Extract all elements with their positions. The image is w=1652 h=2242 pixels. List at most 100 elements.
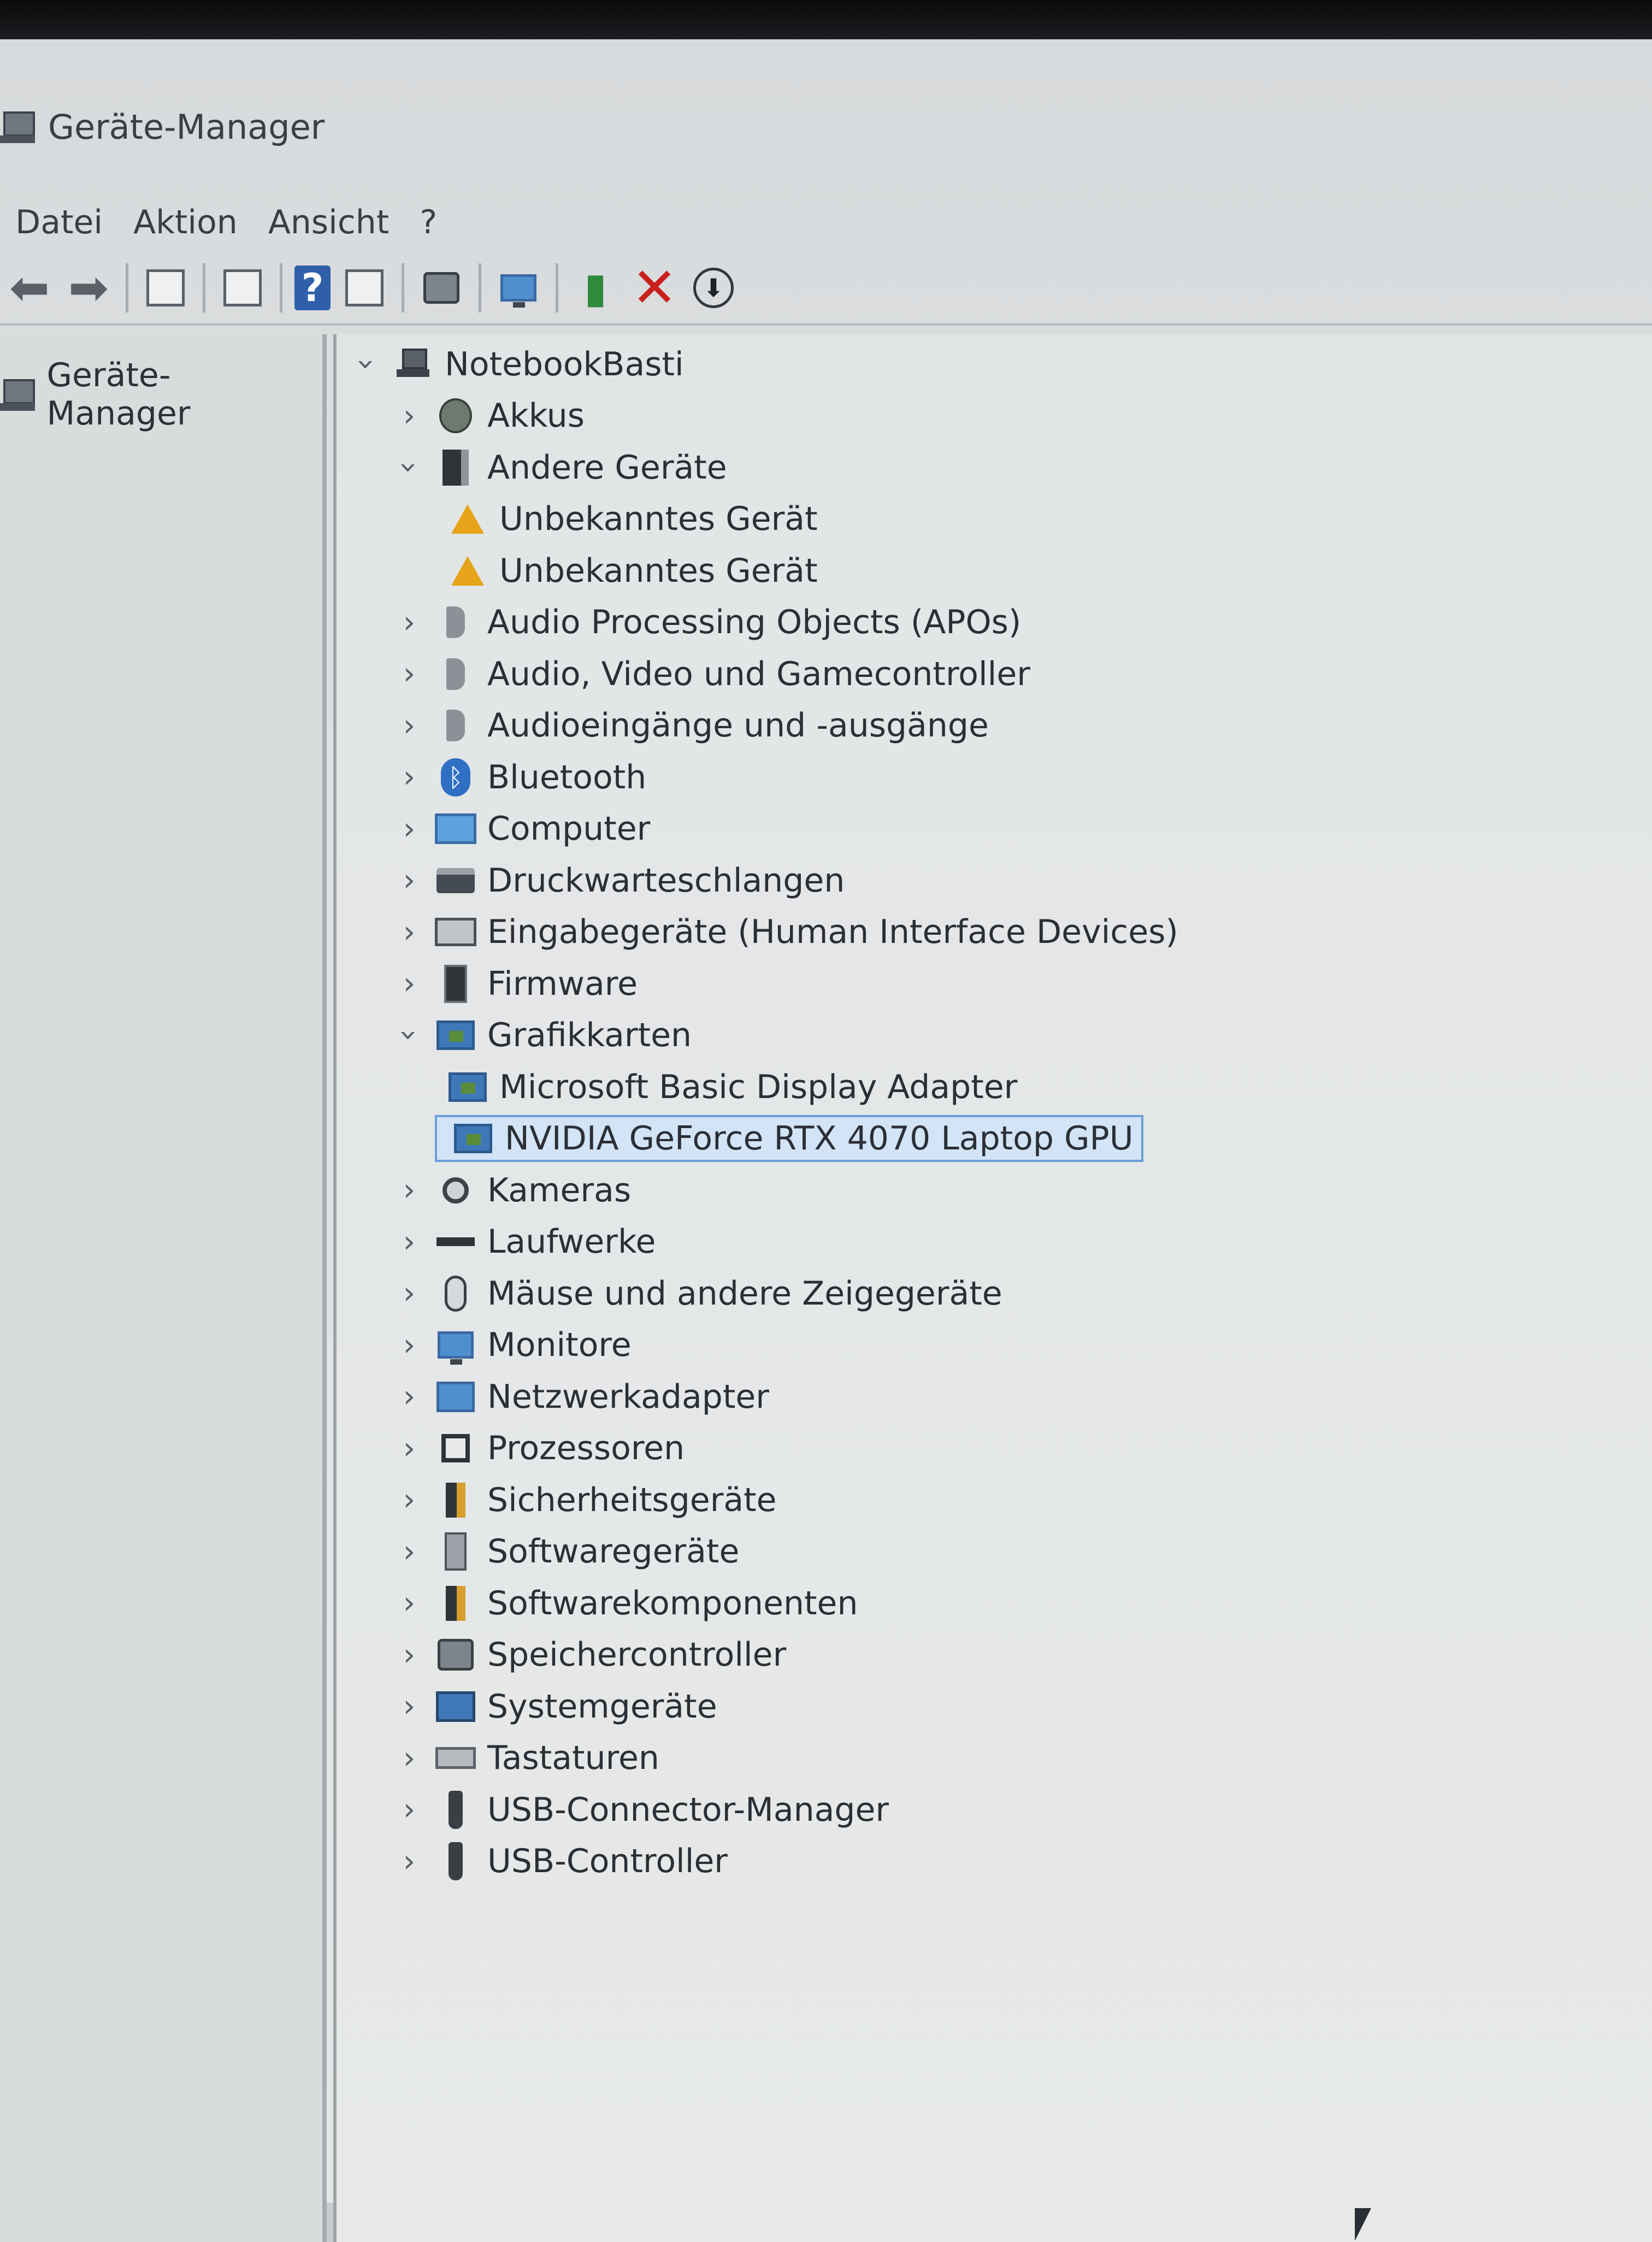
tree-category-row[interactable]: › Andere Geräte (392, 443, 727, 492)
tree-category-row[interactable]: › Kameras (396, 1166, 631, 1215)
tree-item-label: Laufwerke (487, 1223, 656, 1261)
tree-category-row[interactable]: › Softwaregeräte (396, 1527, 739, 1576)
device-manager-icon (0, 375, 35, 414)
tree-category-row[interactable]: › Eingabegeräte (Human Interface Devices) (396, 907, 1178, 957)
disable-button[interactable]: ⬇ (688, 263, 739, 313)
properties-button[interactable] (217, 263, 268, 313)
tree-category-row[interactable]: › Akkus (396, 391, 585, 440)
menu-aktion[interactable]: Aktion (118, 203, 253, 241)
tree-category-row[interactable]: › Audio, Video und Gamecontroller (396, 650, 1030, 699)
tree-category-row[interactable]: › Computer (396, 804, 650, 853)
console-tree-root[interactable]: Geräte-Manager (0, 351, 322, 438)
tree-category-row[interactable]: › Audioeingänge und -ausgänge (396, 701, 989, 750)
console-tree-root-label: Geräte-Manager (46, 356, 191, 433)
tree-item-label: Prozessoren (487, 1429, 685, 1467)
chevron-right-icon[interactable]: › (396, 1689, 423, 1724)
selected-device-highlight[interactable]: NVIDIA GeForce RTX 4070 Laptop GPU (435, 1115, 1143, 1162)
console-tree-pane: Geräte-Manager (0, 334, 327, 2242)
storage-controller-icon (434, 1635, 477, 1675)
back-button[interactable]: ⬅ (4, 263, 55, 313)
scan-hardware-button[interactable] (416, 263, 467, 313)
tree-item-label: Audio Processing Objects (APOs) (487, 603, 1022, 641)
tree-category-row[interactable]: › Netzwerkadapter (396, 1372, 769, 1421)
tree-item-label: Kameras (487, 1171, 632, 1210)
tree-device-row[interactable]: NVIDIA GeForce RTX 4070 Laptop GPU (435, 1114, 1143, 1163)
forward-button[interactable]: ➡ (63, 263, 114, 313)
chevron-right-icon[interactable]: › (396, 605, 423, 640)
chevron-right-icon[interactable]: › (396, 914, 423, 950)
tree-item-label: Druckwarteschlangen (487, 861, 845, 900)
tree-device-row[interactable]: Unbekanntes Gerät (435, 494, 818, 544)
tree-item-label: Softwaregeräte (487, 1532, 740, 1571)
show-hide-console-tree-button[interactable] (140, 263, 191, 313)
chevron-right-icon[interactable]: › (396, 1431, 423, 1466)
scan-icon (423, 272, 459, 304)
display-adapter-icon (434, 1015, 477, 1055)
chevron-down-icon[interactable]: › (392, 454, 427, 481)
toolbar-separator (203, 263, 205, 312)
action-pane-button[interactable] (339, 263, 390, 313)
chevron-right-icon[interactable]: › (396, 1172, 423, 1208)
tree-category-row[interactable]: › Systemgeräte (396, 1682, 717, 1731)
chevron-right-icon[interactable]: › (396, 1276, 423, 1311)
chevron-right-icon[interactable]: › (396, 1379, 423, 1414)
chevron-right-icon[interactable]: › (396, 1534, 423, 1570)
tree-category-row[interactable]: › Laufwerke (396, 1217, 656, 1266)
chevron-right-icon[interactable]: › (396, 863, 423, 898)
toolbar: ⬅ ➡ ? ▮ ✕ ⬇ (0, 252, 1652, 326)
menu-help[interactable]: ? (404, 203, 452, 241)
screen-bezel (0, 0, 1652, 39)
uninstall-button[interactable]: ✕ (629, 261, 680, 315)
tree-item-label: USB-Controller (487, 1842, 728, 1880)
chevron-right-icon[interactable]: › (396, 398, 423, 434)
chevron-right-icon[interactable]: › (396, 708, 423, 744)
chevron-right-icon[interactable]: › (396, 1328, 423, 1363)
tree-category-row[interactable]: › Softwarekomponenten (396, 1579, 858, 1628)
tree-device-row[interactable]: Unbekanntes Gerät (435, 546, 818, 595)
processor-icon (434, 1428, 477, 1468)
tree-category-row[interactable]: › USB-Controller (396, 1837, 728, 1886)
speaker-icon (434, 705, 477, 746)
pane-icon (345, 269, 384, 306)
tree-root-row[interactable]: › NotebookBasti (349, 340, 684, 389)
tree-category-row[interactable]: › Audio Processing Objects (APOs) (396, 598, 1022, 647)
chevron-down-icon[interactable]: › (392, 1022, 427, 1049)
chevron-right-icon[interactable]: › (396, 759, 423, 795)
tree-category-row[interactable]: › Firmware (396, 959, 638, 1008)
chevron-right-icon[interactable]: › (396, 1585, 423, 1621)
help-button[interactable]: ? (294, 266, 331, 310)
computer-icon (434, 809, 477, 849)
tree-category-row[interactable]: › Mäuse und andere Zeigegeräte (396, 1269, 1002, 1318)
tree-category-row[interactable]: › ᛒ Bluetooth (396, 753, 646, 802)
chevron-down-icon[interactable]: › (349, 351, 385, 378)
tree-item-label: Microsoft Basic Display Adapter (499, 1067, 1018, 1106)
chevron-right-icon[interactable]: › (396, 1224, 423, 1260)
tree-category-row[interactable]: › Speichercontroller (396, 1630, 786, 1679)
tree-device-row[interactable]: Microsoft Basic Display Adapter (435, 1063, 1017, 1112)
tree-category-row[interactable]: › Tastaturen (396, 1733, 659, 1783)
computer-button[interactable] (493, 263, 544, 313)
menu-bar: Datei Aktion Ansicht ? (0, 192, 1652, 252)
tree-category-row[interactable]: › Druckwarteschlangen (396, 856, 845, 905)
tree-category-row[interactable]: › Prozessoren (396, 1424, 685, 1473)
menu-datei[interactable]: Datei (0, 203, 118, 241)
tree-item-label: Monitore (487, 1326, 632, 1364)
update-driver-button[interactable]: ▮ (570, 263, 621, 313)
chevron-right-icon[interactable]: › (396, 1637, 423, 1673)
tree-item-label: Softwarekomponenten (487, 1584, 858, 1622)
chevron-right-icon[interactable]: › (396, 966, 423, 1001)
tree-category-row[interactable]: › USB-Connector-Manager (396, 1785, 889, 1834)
system-device-icon (434, 1686, 477, 1727)
arrow-right-icon: ➡ (68, 259, 109, 316)
tree-category-row[interactable]: › Grafikkarten (392, 1011, 692, 1060)
chevron-right-icon[interactable]: › (396, 1792, 423, 1827)
title-bar: Geräte-Manager (0, 94, 1652, 160)
chevron-right-icon[interactable]: › (396, 1482, 423, 1518)
chevron-right-icon[interactable]: › (396, 811, 423, 847)
chevron-right-icon[interactable]: › (396, 656, 423, 692)
tree-category-row[interactable]: › Monitore (396, 1320, 632, 1370)
menu-ansicht[interactable]: Ansicht (253, 203, 405, 241)
tree-category-row[interactable]: › Sicherheitsgeräte (396, 1476, 777, 1525)
chevron-right-icon[interactable]: › (396, 1740, 423, 1776)
chevron-right-icon[interactable]: › (396, 1844, 423, 1879)
